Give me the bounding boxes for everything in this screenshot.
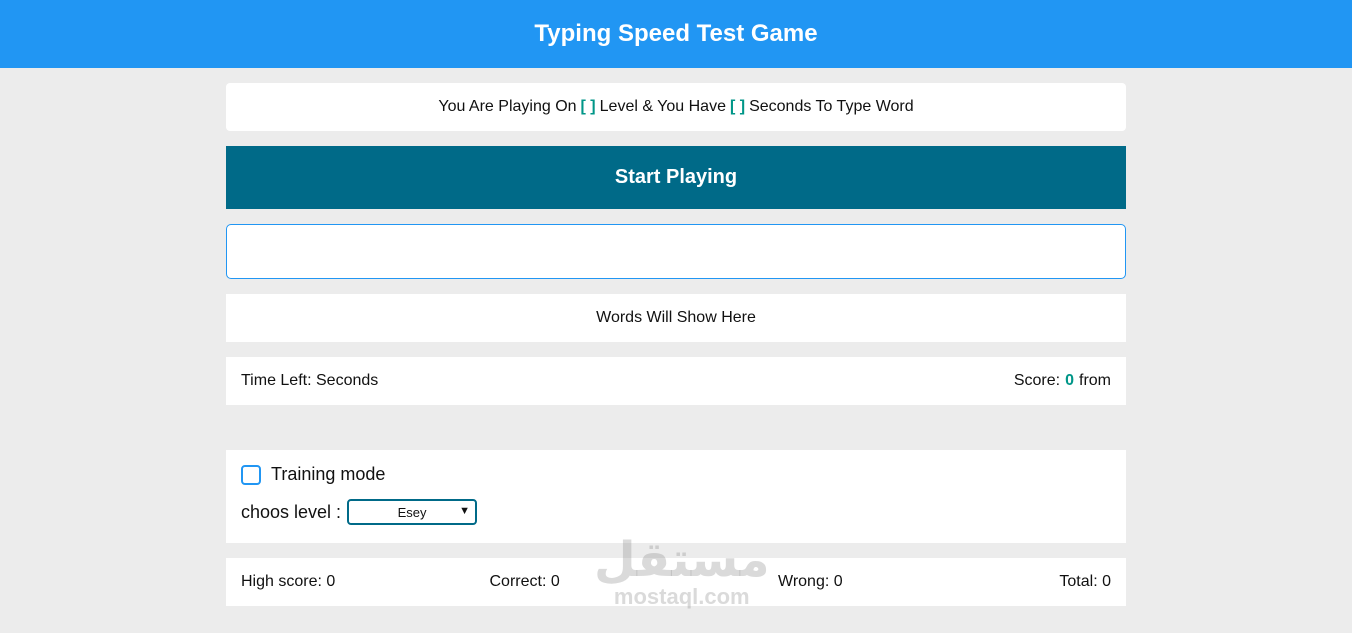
- training-mode-label: Training mode: [271, 464, 386, 484]
- typing-input[interactable]: [226, 224, 1126, 279]
- high-score: High score: 0: [241, 573, 336, 590]
- training-mode-checkbox[interactable]: [241, 464, 261, 485]
- time-left: Time Left: Seconds: [241, 372, 378, 390]
- total-count: Total: 0: [1059, 573, 1111, 590]
- score-from: from: [1079, 372, 1111, 389]
- message-suffix: Seconds To Type Word: [749, 98, 914, 115]
- start-playing-button[interactable]: Start Playing: [226, 146, 1126, 209]
- stats-bar: High score: 0 Correct: 0 Wrong: 0 Total:…: [226, 558, 1126, 606]
- level-bracket: [ ]: [580, 98, 596, 115]
- game-message: You Are Playing On [ ] Level & You Have …: [226, 83, 1126, 131]
- score-label: Score:: [1013, 372, 1061, 389]
- page-title: Typing Speed Test Game: [534, 20, 818, 47]
- seconds-bracket: [ ]: [729, 98, 746, 115]
- message-middle: Level & You Have: [599, 98, 726, 115]
- wrong-count: Wrong: 0: [778, 573, 843, 590]
- header: Typing Speed Test Game: [0, 0, 1352, 68]
- score-value: 0: [1065, 372, 1074, 389]
- words-display: Words Will Show Here: [226, 294, 1126, 342]
- time-left-label: Time Left:: [241, 372, 312, 389]
- level-row: choos level : Esey ▼: [241, 499, 1111, 525]
- correct-count: Correct: 0: [489, 573, 560, 590]
- level-select[interactable]: Esey ▼: [347, 499, 478, 525]
- training-mode-row: Training mode: [241, 464, 1111, 485]
- message-prefix: You Are Playing On: [438, 98, 577, 115]
- time-left-unit: Seconds: [316, 372, 379, 389]
- score: Score: 0 from: [1014, 372, 1111, 390]
- level-label: choos level :: [241, 501, 342, 522]
- level-selected-value: Esey: [397, 504, 427, 520]
- chevron-down-icon: ▼: [459, 505, 471, 517]
- control-bar: Time Left: Seconds Score: 0 from: [226, 357, 1126, 405]
- settings-panel: Training mode choos level : Esey ▼: [226, 450, 1126, 543]
